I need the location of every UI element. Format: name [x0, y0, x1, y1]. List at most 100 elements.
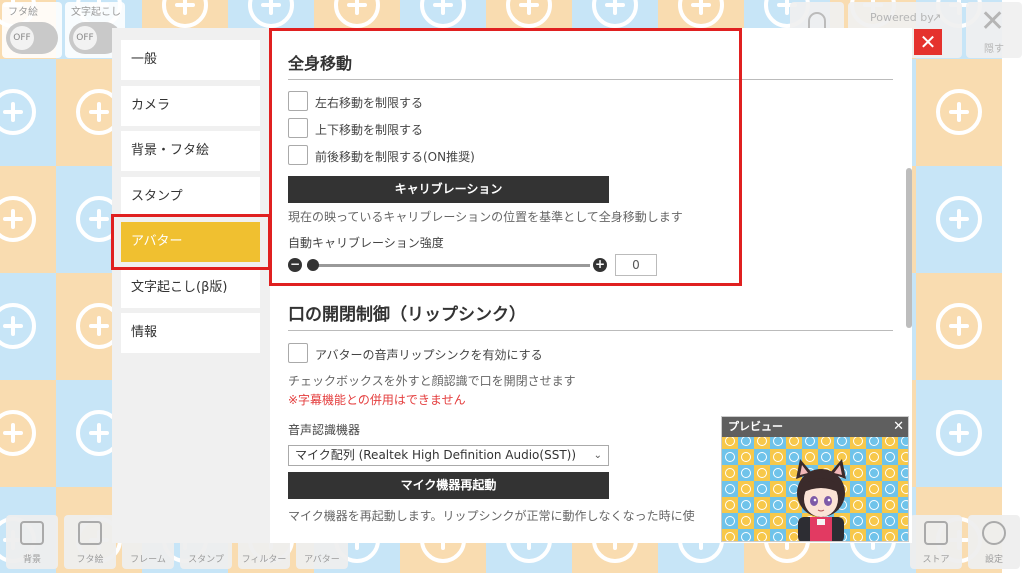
preview-tile: [770, 437, 786, 449]
sidebar-item-camera[interactable]: カメラ: [121, 86, 260, 126]
clock-icon: [885, 437, 895, 446]
preview-tile: [882, 513, 898, 529]
add-icon[interactable]: [678, 0, 724, 28]
preview-tile: [898, 497, 908, 513]
clock-icon: [757, 484, 767, 494]
lipsync-warning: ※字幕機能との併用はできません: [288, 393, 466, 407]
sidebar-item-stamp[interactable]: スタンプ: [121, 177, 260, 217]
hide-button[interactable]: ✕ 隠す: [966, 2, 1022, 58]
clock-icon: [901, 468, 908, 478]
background-tile: [916, 273, 1002, 380]
clock-icon: [757, 437, 767, 446]
preview-tile: [722, 529, 738, 541]
preview-tile: [754, 513, 770, 529]
powered-by-text: Powered by: [870, 11, 934, 24]
add-icon[interactable]: [420, 0, 466, 28]
add-icon[interactable]: [506, 0, 552, 28]
preview-tile: [770, 497, 786, 513]
toolbar-background-button[interactable]: 背景: [6, 515, 58, 569]
clock-icon: [725, 484, 735, 494]
clock-icon: [869, 452, 879, 462]
lid-art-toggle[interactable]: OFF: [6, 22, 58, 54]
clock-icon: [901, 500, 908, 510]
toolbar-settings-button[interactable]: 設定: [968, 515, 1020, 569]
clock-icon: [853, 468, 863, 478]
lipsync-title: 口の開閉制御（リップシンク）: [288, 305, 526, 325]
clock-icon: [853, 532, 863, 541]
sidebar-item-general[interactable]: 一般: [121, 40, 260, 80]
clock-icon: [853, 452, 863, 462]
preview-tile: [866, 481, 882, 497]
preview-tile: [754, 449, 770, 465]
preview-tile: [882, 529, 898, 541]
toolbar-frame-label: フレーム: [130, 555, 166, 565]
sidebar-item-transcription[interactable]: 文字起こし(β版): [121, 268, 260, 308]
clock-icon: [725, 532, 735, 541]
preview-tile: [882, 481, 898, 497]
clock-icon: [741, 468, 751, 478]
add-icon[interactable]: [936, 303, 982, 349]
audio-device-select[interactable]: マイク配列 (Realtek High Definition Audio(SST…: [288, 445, 609, 466]
settings-sidebar: 一般 カメラ 背景・フタ絵 スタンプ アバター 文字起こし(β版) 情報: [112, 28, 270, 543]
add-icon[interactable]: [0, 303, 36, 349]
preview-tile: [866, 465, 882, 481]
add-icon[interactable]: [936, 196, 982, 242]
add-icon[interactable]: [936, 89, 982, 135]
modal-close-button[interactable]: ✕: [914, 29, 942, 55]
clock-icon: [725, 516, 735, 526]
store-icon: [924, 521, 948, 545]
clock-icon: [885, 452, 895, 462]
clock-icon: [757, 516, 767, 526]
toolbar-background-label: 背景: [22, 555, 41, 565]
toolbar-lid-art-label: フタ絵: [76, 555, 104, 565]
toolbar-stamp-label: スタンプ: [188, 555, 224, 565]
toolbar-lid-art-button[interactable]: フタ絵: [64, 515, 116, 569]
add-icon[interactable]: [162, 0, 208, 28]
preview-tile: [770, 449, 786, 465]
chevron-down-icon: ⌄: [593, 450, 602, 461]
preview-header: プレビュー ✕: [722, 417, 908, 437]
add-icon[interactable]: [248, 0, 294, 28]
preview-tile: [738, 449, 754, 465]
preview-tile: [722, 481, 738, 497]
preview-viewport: [722, 437, 908, 541]
add-icon[interactable]: [0, 89, 36, 135]
clock-icon: [757, 532, 767, 541]
clock-icon: [741, 484, 751, 494]
lipsync-note: チェックボックスを外すと顔認識で口を開閉させます: [288, 374, 576, 388]
lid-art-toggle-label: フタ絵: [8, 7, 38, 18]
preview-tile: [882, 465, 898, 481]
background-tile: [916, 380, 1002, 487]
clock-icon: [885, 468, 895, 478]
sidebar-item-background[interactable]: 背景・フタ絵: [121, 131, 260, 171]
clock-icon: [773, 437, 783, 446]
clock-icon: [853, 516, 863, 526]
clock-icon: [757, 452, 767, 462]
add-icon[interactable]: [0, 196, 36, 242]
preview-tile: [738, 529, 754, 541]
clock-icon: [725, 500, 735, 510]
scrollbar-thumb[interactable]: [906, 168, 912, 328]
close-icon[interactable]: ✕: [893, 417, 904, 437]
lid-art-toggle-group: フタ絵 OFF: [2, 2, 62, 58]
gear-icon: [982, 521, 1006, 545]
sidebar-item-info[interactable]: 情報: [121, 313, 260, 353]
preview-tile: [786, 437, 802, 449]
clock-icon: [773, 532, 783, 541]
section-divider: [288, 330, 893, 331]
avatar-image: [796, 459, 846, 541]
add-icon[interactable]: [334, 0, 380, 28]
clock-icon: [853, 484, 863, 494]
lipsync-enable-checkbox[interactable]: [288, 343, 308, 363]
clock-icon: [773, 452, 783, 462]
preview-tile: [754, 529, 770, 541]
preview-tile: [850, 437, 866, 449]
add-icon[interactable]: [592, 0, 638, 28]
add-icon[interactable]: [936, 410, 982, 456]
toolbar-settings-label: 設定: [984, 555, 1003, 565]
preview-tile: [882, 449, 898, 465]
add-icon[interactable]: [0, 410, 36, 456]
mic-restart-button[interactable]: マイク機器再起動: [288, 472, 609, 499]
transcription-toggle-state: OFF: [73, 26, 97, 50]
toolbar-store-button[interactable]: ストア: [910, 515, 962, 569]
